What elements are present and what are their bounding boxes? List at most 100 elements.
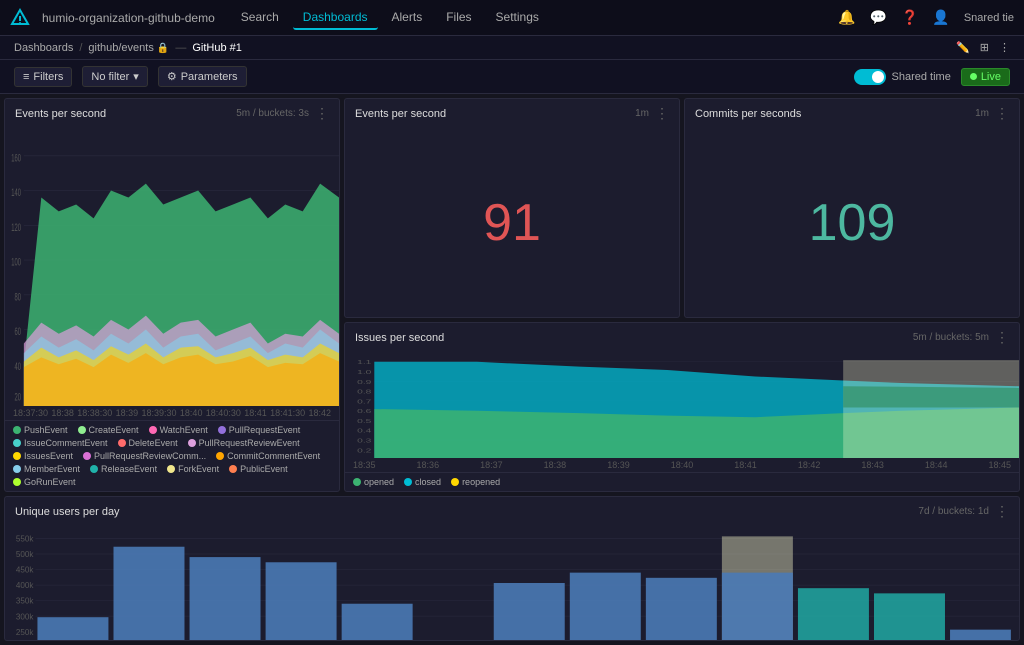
svg-text:40: 40 — [15, 360, 22, 373]
events-chart-panel: Events per second 5m / buckets: 3s ⋮ 160… — [4, 98, 340, 492]
filter-icon: ≡ — [23, 71, 29, 83]
legend-watch-dot — [149, 426, 157, 434]
user-menu-icon[interactable]: 👤 — [932, 9, 949, 26]
svg-text:0.9: 0.9 — [357, 378, 372, 385]
org-name[interactable]: humio-organization-github-demo — [42, 11, 215, 25]
legend-member-dot — [13, 465, 21, 473]
svg-text:160: 160 — [11, 151, 21, 164]
svg-text:140: 140 — [11, 186, 21, 199]
toggle-knob — [872, 71, 884, 83]
more-icon[interactable]: ⋮ — [999, 41, 1010, 54]
users-chart-svg: 550k 500k 450k 400k 350k 300k 250k — [5, 526, 1019, 640]
events-x-axis: 18:37:30 18:38 18:38:30 18:39 18:39:30 1… — [5, 406, 339, 420]
commits-stat-menu[interactable]: ⋮ — [995, 105, 1009, 122]
issues-x-axis: 18:35 18:36 18:37 18:38 18:39 18:40 18:4… — [345, 458, 1019, 472]
breadcrumb-sep: / — [79, 42, 82, 54]
svg-text:500k: 500k — [16, 550, 34, 559]
events-stat-header: Events per second 1m ⋮ — [345, 99, 679, 128]
breadcrumb-repo[interactable]: github/events 🔒 — [88, 42, 169, 54]
alerts-link[interactable]: Alerts — [382, 6, 433, 30]
legend-push-dot — [13, 426, 21, 434]
legend-closed: closed — [404, 477, 441, 487]
legend-fork-dot — [167, 465, 175, 473]
svg-text:0.8: 0.8 — [357, 388, 372, 395]
snared-tie: Snared tie — [964, 12, 1014, 24]
svg-text:350k: 350k — [16, 597, 34, 606]
svg-text:0.3: 0.3 — [357, 437, 372, 444]
svg-text:60: 60 — [15, 325, 22, 338]
search-link[interactable]: Search — [231, 6, 289, 30]
breadcrumb-root[interactable]: Dashboards — [14, 42, 73, 54]
events-stat-panel: Events per second 1m ⋮ 91 — [344, 98, 680, 318]
legend-issues-event: IssuesEvent — [13, 451, 73, 461]
legend-public-event: PublicEvent — [229, 464, 288, 474]
gear-icon: ⚙ — [167, 70, 177, 83]
legend-prreviewcomm-event: PullRequestReviewComm... — [83, 451, 206, 461]
svg-text:0.2: 0.2 — [357, 447, 372, 454]
legend-public-dot — [229, 465, 237, 473]
svg-text:450k: 450k — [16, 566, 34, 575]
legend-pullrequest-event: PullRequestEvent — [218, 425, 301, 435]
events-chart-menu[interactable]: ⋮ — [315, 105, 329, 122]
files-link[interactable]: Files — [436, 6, 481, 30]
topnav-right: 🔔 💬 ❓ 👤 Snared tie — [838, 9, 1014, 26]
dashboards-link[interactable]: Dashboards — [293, 6, 378, 30]
legend-member-event: MemberEvent — [13, 464, 80, 474]
commits-stat-header: Commits per seconds 1m ⋮ — [685, 99, 1019, 128]
issues-chart-meta: 5m / buckets: 5m — [913, 332, 989, 343]
events-chart-meta: 5m / buckets: 3s — [236, 108, 309, 119]
events-legend: PushEvent CreateEvent WatchEvent PullReq… — [5, 420, 339, 491]
humio-logo-icon — [10, 8, 30, 28]
svg-text:1.1: 1.1 — [357, 359, 372, 366]
legend-fork-event: ForkEvent — [167, 464, 219, 474]
legend-delete-event: DeleteEvent — [118, 438, 178, 448]
legend-commit-event: CommitCommentEvent — [216, 451, 320, 461]
issues-chart-svg: 1.1 1.0 0.9 0.8 0.7 0.6 0.5 0.4 0.3 0.2 — [345, 352, 1019, 458]
issues-legend: opened closed reopened — [345, 472, 1019, 491]
svg-text:250k: 250k — [16, 628, 34, 637]
legend-reopened: reopened — [451, 477, 500, 487]
svg-text:0.7: 0.7 — [357, 398, 372, 405]
svg-text:0.4: 0.4 — [357, 427, 372, 434]
settings-link[interactable]: Settings — [486, 6, 549, 30]
legend-delete-dot — [118, 439, 126, 447]
svg-text:80: 80 — [15, 290, 22, 303]
users-chart-panel: Unique users per day 7d / buckets: 1d ⋮ … — [4, 496, 1020, 641]
legend-closed-dot — [404, 478, 412, 486]
legend-issuecomment-dot — [13, 439, 21, 447]
svg-text:1.0: 1.0 — [357, 369, 372, 376]
legend-issuecomment-event: IssueCommentEvent — [13, 438, 108, 448]
users-chart-area: 550k 500k 450k 400k 350k 300k 250k — [5, 526, 1019, 640]
users-chart-meta: 7d / buckets: 1d — [918, 506, 989, 517]
issues-chart-menu[interactable]: ⋮ — [995, 329, 1009, 346]
svg-text:550k: 550k — [16, 534, 34, 543]
no-filter-button[interactable]: No filter ▾ — [82, 66, 147, 87]
svg-text:120: 120 — [11, 221, 21, 234]
filters-button[interactable]: ≡ Filters — [14, 67, 72, 87]
parameters-button[interactable]: ⚙ Parameters — [158, 66, 247, 87]
chat-icon[interactable]: 💬 — [870, 9, 887, 26]
events-stat-menu[interactable]: ⋮ — [655, 105, 669, 122]
legend-gorun-dot — [13, 478, 21, 486]
edit-icon[interactable]: ✏️ — [956, 41, 970, 54]
topnav-links: Search Dashboards Alerts Files Settings — [231, 6, 549, 30]
top-navigation: humio-organization-github-demo Search Da… — [0, 0, 1024, 36]
toolbar: ≡ Filters No filter ▾ ⚙ Parameters Share… — [0, 60, 1024, 94]
svg-text:0.6: 0.6 — [357, 408, 372, 415]
live-button[interactable]: Live — [961, 68, 1010, 86]
grid-icon[interactable]: ⊞ — [980, 41, 989, 54]
users-chart-title: Unique users per day — [15, 506, 120, 518]
svg-text:400k: 400k — [16, 581, 34, 590]
legend-push-event: PushEvent — [13, 425, 68, 435]
bell-icon[interactable]: 🔔 — [838, 9, 855, 26]
issues-chart-title: Issues per second — [355, 332, 444, 344]
legend-commit-dot — [216, 452, 224, 460]
chevron-down-icon: ▾ — [133, 70, 139, 83]
issues-chart-panel: Issues per second 5m / buckets: 5m ⋮ 1.1… — [344, 322, 1020, 492]
shared-time-toggle[interactable] — [854, 69, 886, 85]
lock-icon: 🔒 — [157, 43, 169, 54]
commits-stat-panel: Commits per seconds 1m ⋮ 109 — [684, 98, 1020, 318]
help-icon[interactable]: ❓ — [901, 9, 918, 26]
events-stat-title: Events per second — [355, 108, 446, 120]
svg-text:100: 100 — [11, 256, 21, 269]
